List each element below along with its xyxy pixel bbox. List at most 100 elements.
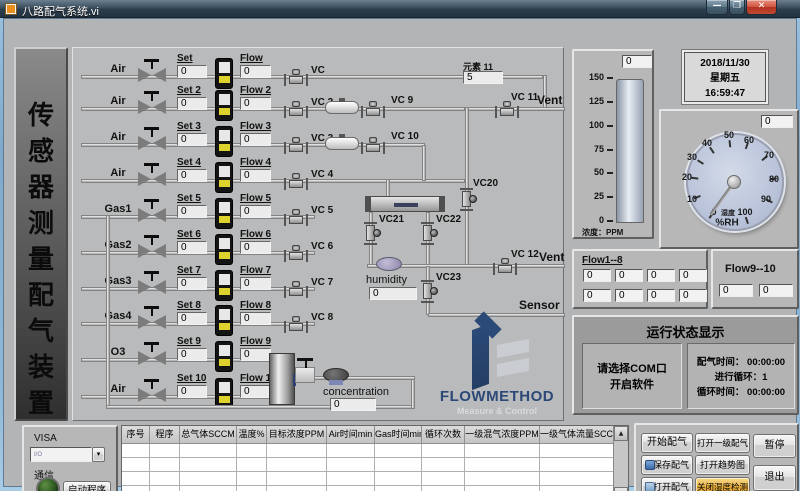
program-table[interactable]: 序号 程序 总气体SCCM 温度% 目标浓度PPM Air时间min Gas时间… (121, 425, 629, 491)
vc23-valve-icon[interactable] (419, 278, 438, 304)
set-input[interactable]: 0 (177, 385, 207, 398)
vc-valve-icon[interactable] (284, 173, 308, 189)
gauge-unit-label: %RH (715, 218, 738, 229)
table-row[interactable] (122, 444, 628, 458)
set-label: Set 8 (177, 300, 201, 311)
vc21-valve-icon[interactable] (362, 220, 381, 246)
tank-unit-label: 浓度：PPM (582, 227, 652, 238)
gas-label: O3 (95, 346, 141, 358)
vc11-valve-icon[interactable] (495, 101, 519, 117)
gauge-tick: 10 (687, 194, 697, 204)
flow-label: Flow 7 (240, 265, 271, 276)
supply-valve-icon (137, 244, 167, 260)
set-input[interactable]: 0 (177, 241, 207, 254)
table-scrollbar[interactable]: ▲ ▼ (613, 426, 628, 491)
open-primary-mix-button[interactable]: 打开一级配气 (695, 433, 750, 453)
humidity-label: humidity (366, 274, 407, 286)
vc20-valve-icon[interactable] (458, 186, 477, 212)
scroll-down-icon[interactable]: ▼ (614, 487, 628, 491)
vc21-label: VC21 (379, 214, 404, 225)
tank-tick: 0 (578, 215, 604, 225)
visa-resource-combo[interactable]: I/O (30, 447, 92, 462)
vc12-valve-icon[interactable] (493, 258, 517, 274)
start-mixing-button[interactable]: 开始配气 (641, 433, 693, 453)
flow-label: Flow 9 (240, 336, 271, 347)
vc9-valve-icon[interactable] (361, 101, 385, 117)
table-row[interactable] (122, 486, 628, 491)
flow-indicator: 0 (240, 348, 271, 361)
vent-mid-label: Vent (539, 250, 564, 264)
concentration-indicator: 0 (330, 398, 376, 411)
cycle-time: 循环时间： 00:00:00 (688, 385, 794, 400)
element11-input[interactable]: 5 (463, 71, 503, 84)
flow910-panel: Flow9--10 0 0 (711, 249, 799, 309)
vc-valve-icon[interactable] (284, 137, 308, 153)
table-row[interactable] (122, 472, 628, 486)
visa-label: VISA (34, 433, 57, 444)
col-header: 程序 (150, 426, 180, 444)
logo-tagline: Measure & Control (439, 406, 555, 416)
banner-char: 感 (16, 131, 66, 168)
table-row[interactable] (122, 458, 628, 472)
set-label: Set 10 (177, 373, 206, 384)
supply-valve-icon (137, 388, 167, 404)
vc-valve-label: VC (311, 65, 325, 76)
close-button[interactable]: ✕ (746, 0, 777, 15)
manual-valve-icon[interactable] (295, 367, 315, 383)
supply-valve-icon (137, 315, 167, 331)
vc-valve-icon[interactable] (284, 209, 308, 225)
vc22-valve-icon[interactable] (419, 220, 438, 246)
flow-indicator: 0 (240, 241, 271, 254)
labview-app-icon (5, 3, 17, 15)
flow-readout: 0 (759, 284, 793, 297)
vc-valve-icon[interactable] (284, 69, 308, 85)
save-mix-button[interactable]: 保存配气 (641, 455, 693, 475)
exit-button[interactable]: 退出 (753, 465, 796, 491)
start-program-button[interactable]: 启动程序 (63, 481, 111, 491)
banner-char: 测 (16, 203, 66, 240)
scroll-up-icon[interactable]: ▲ (614, 426, 628, 441)
mfc-icon (215, 305, 233, 336)
pause-button[interactable]: 暂停 (753, 434, 796, 458)
app-window: 八路配气系统.vi — ❐ ✕ 传 感 器 测 量 配 气 装 置 Air Se… (0, 0, 800, 491)
gas-label: Air (95, 95, 141, 107)
vc-valve-icon[interactable] (284, 101, 308, 117)
vc-valve-icon[interactable] (284, 281, 308, 297)
supply-valve-icon (137, 100, 167, 116)
set-label: Set 3 (177, 121, 201, 132)
set-label: Set 2 (177, 85, 201, 96)
visa-dropdown-button[interactable]: ▾ (92, 447, 105, 462)
col-header: Air时间min (327, 426, 375, 444)
mix-time: 配气时间： 00:00:00 (688, 355, 794, 370)
col-header: 温度% (237, 426, 267, 444)
vc-valve-icon[interactable] (284, 245, 308, 261)
maximize-button[interactable]: ❐ (729, 0, 745, 15)
set-input[interactable]: 0 (177, 169, 207, 182)
gas-label: Gas3 (95, 275, 141, 287)
set-label: Set 5 (177, 193, 201, 204)
vc23-label: VC23 (436, 272, 461, 283)
minimize-button[interactable]: — (706, 0, 728, 15)
vc-valve-icon[interactable] (284, 316, 308, 332)
set-input[interactable]: 0 (177, 97, 207, 110)
supply-valve-icon (137, 351, 167, 367)
flow-readout: 0 (647, 289, 675, 302)
set-input[interactable]: 0 (177, 277, 207, 290)
set-input[interactable]: 0 (177, 133, 207, 146)
pipe-v (106, 215, 110, 409)
vc-valve-label: VC 8 (311, 312, 333, 323)
flow-indicator: 0 (240, 133, 271, 146)
weekday-text: 星期五 (685, 71, 765, 86)
open-mix-button[interactable]: 打开配气 (641, 477, 693, 491)
open-trend-button[interactable]: 打开趋势图 (695, 455, 750, 475)
set-input[interactable]: 0 (177, 205, 207, 218)
vc10-label: VC 10 (391, 131, 419, 142)
set-input[interactable]: 0 (177, 348, 207, 361)
vc10-valve-icon[interactable] (361, 137, 385, 153)
set-input[interactable]: 0 (177, 312, 207, 325)
title-bar[interactable]: 八路配气系统.vi — ❐ ✕ (0, 0, 800, 18)
manifold-block-icon (269, 353, 295, 405)
close-humidity-button[interactable]: 关闭湿度检测 (695, 477, 750, 491)
set-input[interactable]: 0 (177, 65, 207, 78)
front-panel: 传 感 器 测 量 配 气 装 置 Air Set 0 Flow 0 VC (3, 18, 797, 487)
